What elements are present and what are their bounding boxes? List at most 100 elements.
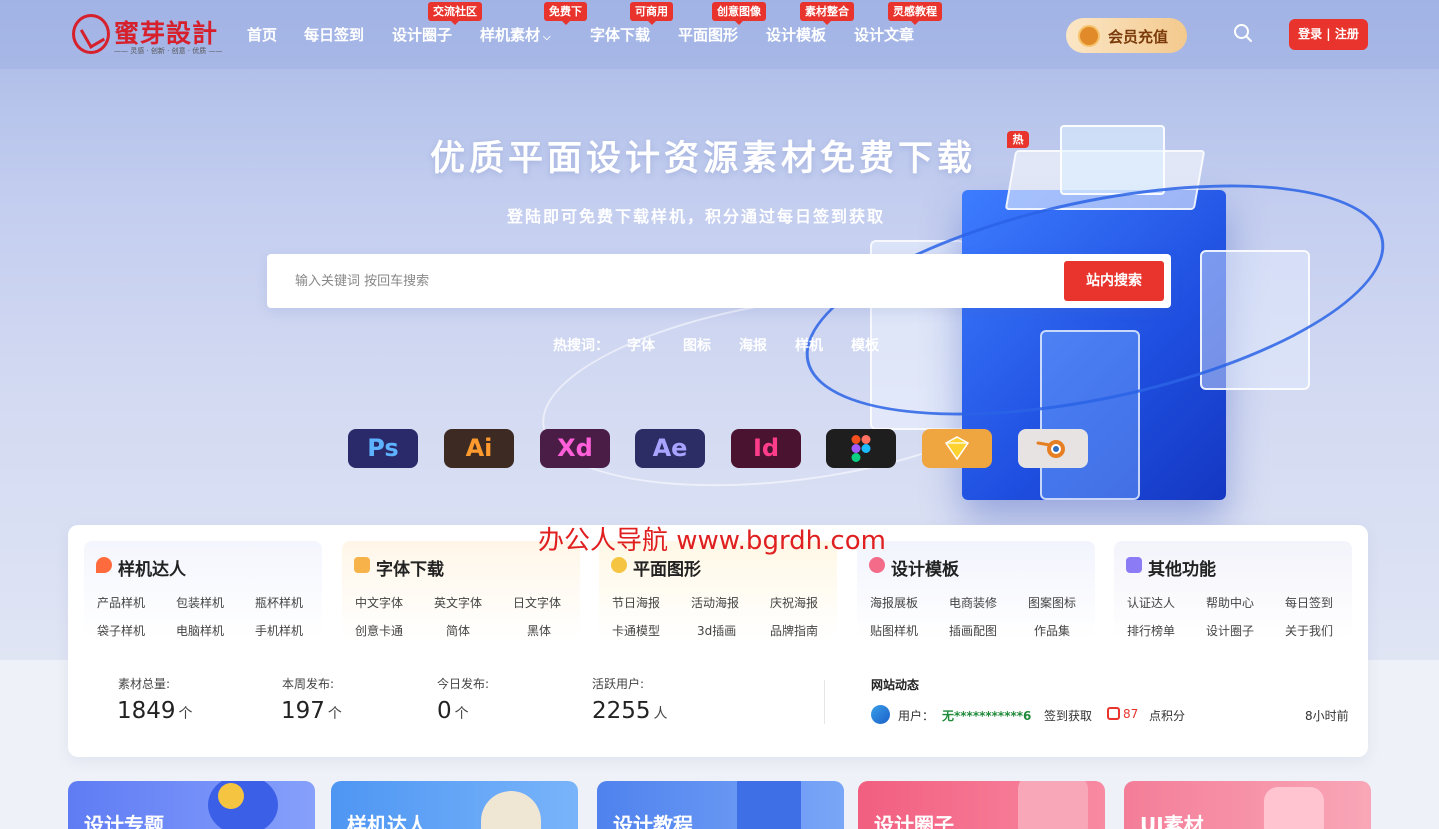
nav-item-graphics[interactable]: 平面图形 — [678, 24, 738, 45]
nav-item-label: 样机素材 — [480, 26, 541, 44]
nav-badge: 交流社区 — [428, 2, 482, 25]
feature-card-label: 设计教程 — [613, 813, 693, 829]
hotword-link[interactable]: 样机 — [795, 335, 823, 355]
sketch-logo-icon — [944, 436, 970, 461]
nav-item-fonts[interactable]: 字体下载 — [590, 24, 650, 45]
stat-value-total: 1849 个 — [117, 698, 193, 724]
category-title[interactable]: 设计模板 — [891, 555, 959, 580]
card-decoration — [1264, 787, 1324, 829]
category-title[interactable]: 其他功能 — [1148, 555, 1216, 580]
site-logo[interactable]: 蜜芽設計 —— 灵感 · 创新 · 创意 · 优质 —— — [72, 12, 222, 58]
search-input[interactable] — [281, 262, 1051, 300]
nav-badge: 可商用 — [630, 2, 673, 25]
figma-icon[interactable] — [826, 429, 896, 468]
category-link[interactable]: 产品样机 — [97, 594, 145, 611]
category-link[interactable]: 海报展板 — [870, 594, 918, 611]
category-link[interactable]: 黑体 — [527, 622, 551, 639]
stat-unit: 个 — [327, 706, 342, 722]
category-link[interactable]: 作品集 — [1034, 622, 1070, 639]
nav-item-checkin[interactable]: 每日签到 — [304, 24, 364, 45]
stat-value-week: 197 个 — [281, 698, 342, 724]
photoshop-icon[interactable]: Ps — [348, 429, 418, 468]
blender-logo-icon — [1036, 440, 1065, 458]
category-link[interactable]: 电商装修 — [949, 594, 997, 611]
indesign-icon[interactable]: Id — [731, 429, 801, 468]
stat-label-total: 素材总量: — [118, 677, 171, 691]
feature-card-mockups[interactable]: 样机达人 — [331, 781, 578, 829]
feature-card-topics[interactable]: 设计专题 — [68, 781, 315, 829]
category-link[interactable]: 日文字体 — [513, 594, 561, 611]
template-icon — [869, 557, 885, 573]
hotword-link[interactable]: 海报 — [739, 335, 767, 355]
category-link[interactable]: 英文字体 — [434, 594, 482, 611]
category-link[interactable]: 包装样机 — [176, 594, 224, 611]
category-link[interactable]: 贴图样机 — [870, 622, 918, 639]
category-link[interactable]: 帮助中心 — [1206, 594, 1254, 611]
stat-unit: 个 — [178, 706, 193, 722]
category-link[interactable]: 瓶杯样机 — [255, 594, 303, 611]
stat-number: 0 — [437, 698, 452, 724]
illustrator-icon[interactable]: Ai — [444, 429, 514, 468]
category-link[interactable]: 庆祝海报 — [770, 594, 818, 611]
sketch-icon[interactable] — [922, 429, 992, 468]
nav-badge: 免费下 — [544, 2, 587, 25]
xd-icon[interactable]: Xd — [540, 429, 610, 468]
nav-item-mockups[interactable]: 样机素材 ⌵ — [480, 24, 551, 45]
hotword-link[interactable]: 图标 — [683, 335, 711, 355]
vip-recharge-button[interactable]: 会员充值 — [1066, 18, 1187, 53]
stat-label-today: 今日发布: — [437, 677, 490, 691]
feature-card-ui[interactable]: UI素材 — [1124, 781, 1371, 829]
hotword-link[interactable]: 字体 — [627, 335, 655, 355]
category-card-templates: 设计模板 海报展板 电商装修 图案图标 贴图样机 插画配图 作品集 — [857, 541, 1095, 639]
category-link[interactable]: 设计圈子 — [1206, 622, 1254, 639]
category-link[interactable]: 创意卡通 — [355, 622, 403, 639]
login-register-button[interactable]: 登录 | 注册 — [1289, 19, 1368, 50]
nav-item-circle[interactable]: 设计圈子 — [392, 24, 452, 45]
nav-badge: 素材整合 — [800, 2, 854, 25]
category-link[interactable]: 图案图标 — [1028, 594, 1076, 611]
category-link[interactable]: 节日海报 — [612, 594, 660, 611]
category-link[interactable]: 袋子样机 — [97, 622, 145, 639]
news-action: 签到获取 — [1044, 709, 1093, 723]
news-user-prefix: 用户： — [898, 709, 935, 723]
flame-icon — [96, 557, 112, 573]
nav-item-templates[interactable]: 设计模板 — [766, 24, 826, 45]
hotword-link[interactable]: 模板 — [851, 335, 879, 355]
category-link[interactable]: 手机样机 — [255, 622, 303, 639]
search-icon[interactable] — [1233, 23, 1253, 43]
category-link[interactable]: 卡通模型 — [612, 622, 660, 639]
category-link[interactable]: 品牌指南 — [770, 622, 818, 639]
category-link[interactable]: 简体 — [446, 622, 470, 639]
blender-icon[interactable] — [1018, 429, 1088, 468]
news-user-name[interactable]: 无***********6 — [942, 707, 1031, 724]
category-link[interactable]: 认证达人 — [1127, 594, 1175, 611]
news-item[interactable]: 用户： 无***********6 签到获取 87 点积分 8小时前 — [871, 705, 1351, 727]
category-link[interactable]: 每日签到 — [1285, 594, 1333, 611]
nav-item-articles[interactable]: 设计文章 — [854, 24, 914, 45]
category-link[interactable]: 关于我们 — [1285, 622, 1333, 639]
category-title[interactable]: 字体下载 — [376, 555, 444, 580]
watermark-text: 办公人导航 www.bgrdh.com — [538, 526, 886, 556]
points-coin-icon — [1107, 707, 1120, 720]
category-link[interactable]: 排行榜单 — [1127, 622, 1175, 639]
category-link[interactable]: 插画配图 — [949, 622, 997, 639]
category-link[interactable]: 中文字体 — [355, 594, 403, 611]
category-card-more: 其他功能 认证达人 帮助中心 每日签到 排行榜单 设计圈子 关于我们 — [1114, 541, 1352, 639]
category-link[interactable]: 3d插画 — [697, 622, 736, 639]
stat-label-users: 活跃用户: — [592, 677, 645, 691]
hero-subtitle: 登陆即可免费下载样机，积分通过每日签到获取 — [507, 207, 886, 226]
category-link[interactable]: 活动海报 — [691, 594, 739, 611]
stat-number: 1849 — [117, 698, 176, 724]
nav-item-home[interactable]: 首页 — [247, 24, 277, 45]
search-submit-button[interactable]: 站内搜索 — [1064, 261, 1164, 301]
feature-card-circle[interactable]: 设计圈子 — [858, 781, 1105, 829]
after-effects-icon[interactable]: Ae — [635, 429, 705, 468]
card-decoration — [208, 781, 278, 829]
category-link[interactable]: 电脑样机 — [176, 622, 224, 639]
category-title[interactable]: 样机达人 — [118, 555, 186, 580]
font-icon — [354, 557, 370, 573]
feature-card-tutorials[interactable]: 设计教程 — [597, 781, 844, 829]
news-title: 网站动态 — [871, 678, 920, 692]
category-title[interactable]: 平面图形 — [633, 555, 701, 580]
stat-label-week: 本周发布: — [282, 677, 335, 691]
